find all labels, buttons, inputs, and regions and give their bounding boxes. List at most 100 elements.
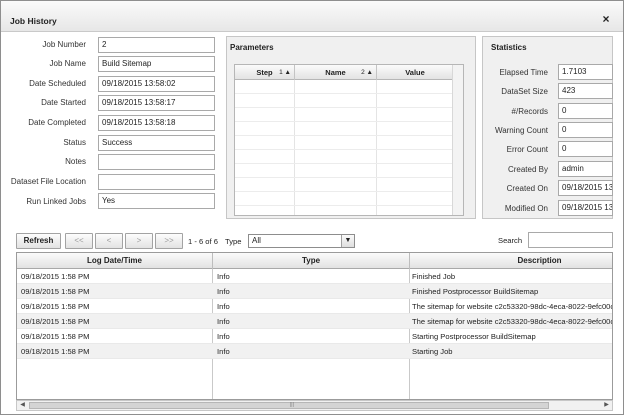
param-col-name-label: Name (325, 68, 346, 77)
notes-label: Notes (65, 157, 86, 166)
modified-on-field[interactable]: 09/18/2015 13:58:18 (558, 200, 613, 216)
date-started-label: Date Started (41, 98, 86, 107)
search-input[interactable] (528, 232, 613, 248)
param-empty-row (235, 80, 463, 94)
scrollbar-thumb[interactable]: ||| (29, 402, 549, 409)
type-filter-value: All (252, 236, 261, 245)
log-row-description: The sitemap for website c2c53320-98dc-4e… (412, 317, 613, 326)
log-row[interactable]: 09/18/2015 1:58 PM Info Starting Job (17, 344, 612, 359)
scroll-left-icon[interactable]: ◀ (17, 401, 28, 410)
log-col-datetime[interactable]: Log Date/Time (17, 253, 213, 269)
job-number-label: Job Number (42, 40, 86, 49)
type-filter-select[interactable]: All ▼ (248, 234, 355, 248)
records-label: #/Records (511, 107, 548, 116)
job-history-dialog: Job History × Job Number 2 Job Name Buil… (0, 0, 624, 415)
log-row-type: Info (217, 347, 230, 356)
log-row-description: Finished Job (412, 272, 456, 281)
status-field[interactable]: Success (98, 135, 215, 151)
log-row-date: 09/18/2015 1:58 PM (21, 272, 90, 281)
statistics-title: Statistics (491, 43, 527, 52)
log-row-description: The sitemap for website c2c53320-98dc-4e… (412, 302, 613, 311)
dataset-file-location-label: Dataset File Location (10, 177, 86, 186)
first-page-button[interactable]: << (65, 233, 93, 249)
param-empty-row (235, 192, 463, 206)
param-empty-row (235, 108, 463, 122)
param-empty-row (235, 164, 463, 178)
dataset-file-location-field[interactable] (98, 174, 215, 190)
created-by-field[interactable]: admin (558, 161, 613, 177)
previous-page-button[interactable]: < (95, 233, 123, 249)
date-scheduled-field[interactable]: 09/18/2015 13:58:02 (98, 76, 215, 92)
log-row[interactable]: 09/18/2015 1:58 PM Info The sitemap for … (17, 314, 612, 329)
grip-icon: ||| (290, 402, 294, 408)
param-col-name-sort: 2 ▲ (361, 69, 373, 76)
error-count-label: Error Count (506, 145, 548, 154)
param-col-name[interactable]: Name 2 ▲ (295, 65, 377, 80)
log-row[interactable]: 09/18/2015 1:58 PM Info The sitemap for … (17, 299, 612, 314)
parameters-title: Parameters (230, 43, 274, 52)
param-col-value-label: Value (405, 68, 425, 77)
log-row-date: 09/18/2015 1:58 PM (21, 347, 90, 356)
modified-on-label: Modified On (504, 204, 548, 213)
log-col-type[interactable]: Type (213, 253, 410, 269)
param-empty-row (235, 136, 463, 150)
param-empty-row (235, 94, 463, 108)
param-col-value[interactable]: Value (377, 65, 454, 80)
created-on-field[interactable]: 09/18/2015 13:58:17 (558, 180, 613, 196)
date-completed-field[interactable]: 09/18/2015 13:58:18 (98, 115, 215, 131)
log-row-description: Starting Job (412, 347, 453, 356)
log-row-date: 09/18/2015 1:58 PM (21, 332, 90, 341)
log-row-date: 09/18/2015 1:58 PM (21, 302, 90, 311)
param-empty-row (235, 178, 463, 192)
log-row-date: 09/18/2015 1:58 PM (21, 287, 90, 296)
log-row[interactable]: 09/18/2015 1:58 PM Info Finished Job (17, 269, 612, 284)
parameters-table-header: Step 1 ▲ Name 2 ▲ Value (235, 65, 463, 80)
paging-info: 1 - 6 of 6 (188, 237, 218, 246)
date-started-field[interactable]: 09/18/2015 13:58:17 (98, 95, 215, 111)
warning-count-field[interactable]: 0 (558, 122, 613, 138)
close-icon[interactable]: × (599, 12, 613, 26)
refresh-button[interactable]: Refresh (16, 233, 61, 249)
type-filter-label: Type (225, 237, 242, 246)
date-scheduled-label: Date Scheduled (29, 79, 86, 88)
error-count-field[interactable]: 0 (558, 141, 613, 157)
log-col-description[interactable]: Description (410, 253, 612, 269)
log-row-type: Info (217, 272, 230, 281)
job-name-label: Job Name (49, 59, 86, 68)
search-label: Search (498, 236, 523, 245)
parameters-scrollbar[interactable] (452, 65, 463, 215)
param-col-step[interactable]: Step 1 ▲ (235, 65, 295, 80)
log-row-description: Starting Postprocessor BuildSitemap (412, 332, 536, 341)
log-row-type: Info (217, 332, 230, 341)
job-name-field[interactable]: Build Sitemap (98, 56, 215, 72)
param-col-step-label: Step (256, 68, 273, 77)
job-number-field[interactable]: 2 (98, 37, 215, 53)
log-row-type: Info (217, 302, 230, 311)
scroll-right-icon[interactable]: ▶ (601, 401, 612, 410)
date-completed-label: Date Completed (28, 118, 86, 127)
log-row-type: Info (217, 317, 230, 326)
notes-field[interactable] (98, 154, 215, 170)
last-page-button[interactable]: >> (155, 233, 183, 249)
created-on-label: Created On (506, 184, 548, 193)
next-page-button[interactable]: > (125, 233, 153, 249)
warning-count-label: Warning Count (494, 126, 548, 135)
param-empty-row (235, 122, 463, 136)
log-grid-horizontal-scrollbar[interactable]: ◀ ||| ▶ (16, 400, 613, 411)
run-linked-jobs-label: Run Linked Jobs (26, 197, 86, 206)
run-linked-jobs-field[interactable]: Yes (98, 193, 215, 209)
records-field[interactable]: 0 (558, 103, 613, 119)
param-col-step-sort: 1 ▲ (279, 69, 291, 76)
elapsed-time-field[interactable]: 1.7103 (558, 64, 613, 80)
log-row-description: Finished Postprocessor BuildSitemap (412, 287, 539, 296)
log-grid-header: Log Date/Time Type Description (17, 253, 612, 269)
parameters-table: Step 1 ▲ Name 2 ▲ Value (234, 64, 464, 216)
param-empty-row (235, 150, 463, 164)
log-row[interactable]: 09/18/2015 1:58 PM Info Starting Postpro… (17, 329, 612, 344)
created-by-label: Created By (507, 165, 548, 174)
elapsed-time-label: Elapsed Time (499, 68, 548, 77)
dialog-title: Job History (10, 16, 57, 26)
log-row-type: Info (217, 287, 230, 296)
dataset-size-field[interactable]: 423 (558, 83, 613, 99)
log-row[interactable]: 09/18/2015 1:58 PM Info Finished Postpro… (17, 284, 612, 299)
